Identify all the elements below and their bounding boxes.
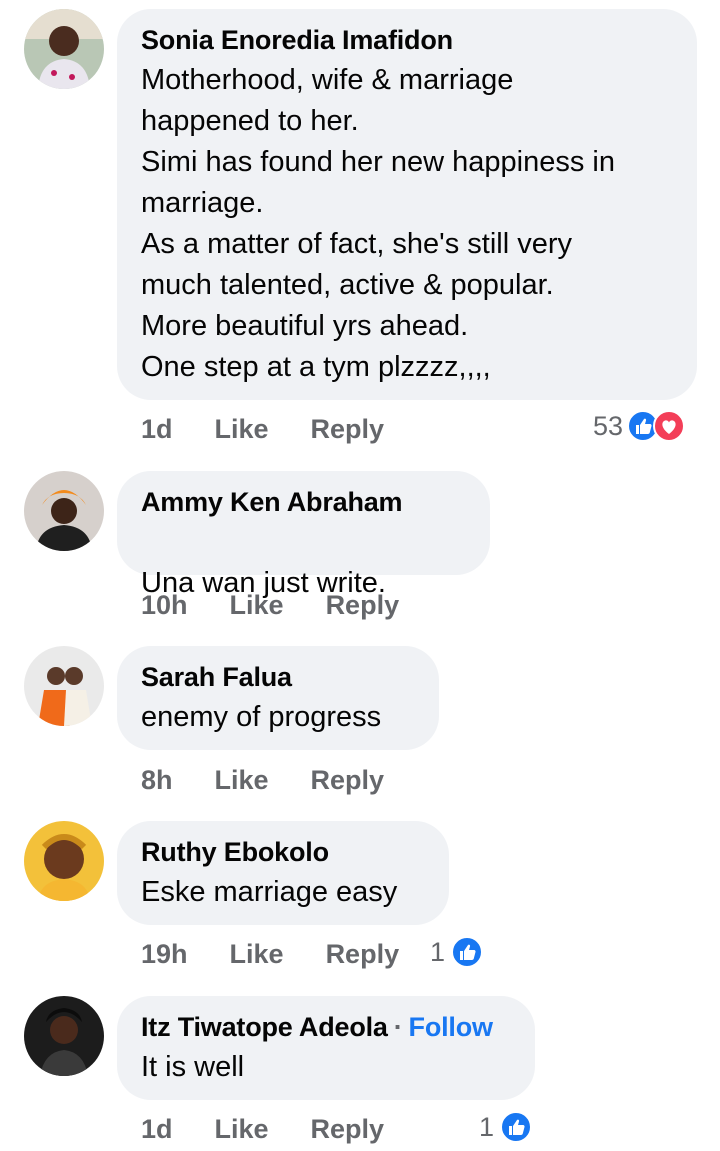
reply-button[interactable]: Reply xyxy=(311,765,385,796)
reaction-count: 53 xyxy=(593,410,624,441)
avatar[interactable] xyxy=(24,821,104,901)
comment-actions: 10h Like Reply xyxy=(141,587,441,623)
comment-actions: 8h Like Reply xyxy=(141,762,426,798)
comment-time[interactable]: 8h xyxy=(141,765,173,796)
like-icon xyxy=(451,936,484,968)
comment-author-row: Itz Tiwatope Adeola · Follow xyxy=(141,1010,511,1044)
avatar[interactable] xyxy=(24,471,104,551)
comment-text: Eske marriage easy xyxy=(141,876,398,908)
avatar[interactable] xyxy=(24,9,104,89)
reply-button[interactable]: Reply xyxy=(326,590,400,621)
comment-bubble: Sonia Enoredia Imafidon Motherhood, wife… xyxy=(117,9,697,400)
reply-button[interactable]: Reply xyxy=(311,1114,385,1145)
comment-actions: 1d Like Reply xyxy=(141,1111,426,1147)
reaction-count: 1 xyxy=(479,1111,495,1142)
comment-time[interactable]: 1d xyxy=(141,414,173,445)
comment-time[interactable]: 10h xyxy=(141,590,188,621)
reply-button[interactable]: Reply xyxy=(311,414,385,445)
like-icon xyxy=(500,1111,533,1143)
comment-time[interactable]: 19h xyxy=(141,939,188,970)
follow-button[interactable]: Follow xyxy=(409,1012,493,1042)
like-button[interactable]: Like xyxy=(215,414,269,445)
comment-bubble: Ruthy Ebokolo Eske marriage easy xyxy=(117,821,449,925)
reaction-summary[interactable]: 1 xyxy=(479,1111,533,1143)
reaction-summary[interactable]: 53 xyxy=(593,410,686,442)
comment-text: enemy of progress xyxy=(141,701,382,733)
comment-bubble: Ammy Ken Abraham Una wan just write. xyxy=(117,471,490,678)
comment-author[interactable]: Ammy Ken Abraham xyxy=(141,485,466,519)
comment-text: Motherhood, wife & marriage happened to … xyxy=(141,64,615,383)
comment-bubble: Sarah Falua enemy of progress xyxy=(117,646,439,750)
reaction-count: 1 xyxy=(430,936,446,967)
like-button[interactable]: Like xyxy=(230,590,284,621)
comment-actions: 19h Like Reply xyxy=(141,936,441,972)
comment-author[interactable]: Ruthy Ebokolo xyxy=(141,835,425,869)
comment-author[interactable]: Sarah Falua xyxy=(141,660,415,694)
reply-button[interactable]: Reply xyxy=(326,939,400,970)
comment-author[interactable]: Itz Tiwatope Adeola xyxy=(141,1012,388,1042)
comment-author[interactable]: Sonia Enoredia Imafidon xyxy=(141,23,673,57)
comment-bubble: Itz Tiwatope Adeola · Follow It is well xyxy=(117,996,535,1100)
reaction-summary[interactable]: 1 xyxy=(430,936,484,968)
comment-actions: 1d Like Reply xyxy=(141,411,426,447)
love-icon xyxy=(653,410,686,442)
like-button[interactable]: Like xyxy=(215,765,269,796)
like-button[interactable]: Like xyxy=(215,1114,269,1145)
comment-text: It is well xyxy=(141,1051,245,1083)
comment-time[interactable]: 1d xyxy=(141,1114,173,1145)
like-button[interactable]: Like xyxy=(230,939,284,970)
separator-dot: · xyxy=(393,1012,403,1042)
avatar[interactable] xyxy=(24,996,104,1076)
avatar[interactable] xyxy=(24,646,104,726)
